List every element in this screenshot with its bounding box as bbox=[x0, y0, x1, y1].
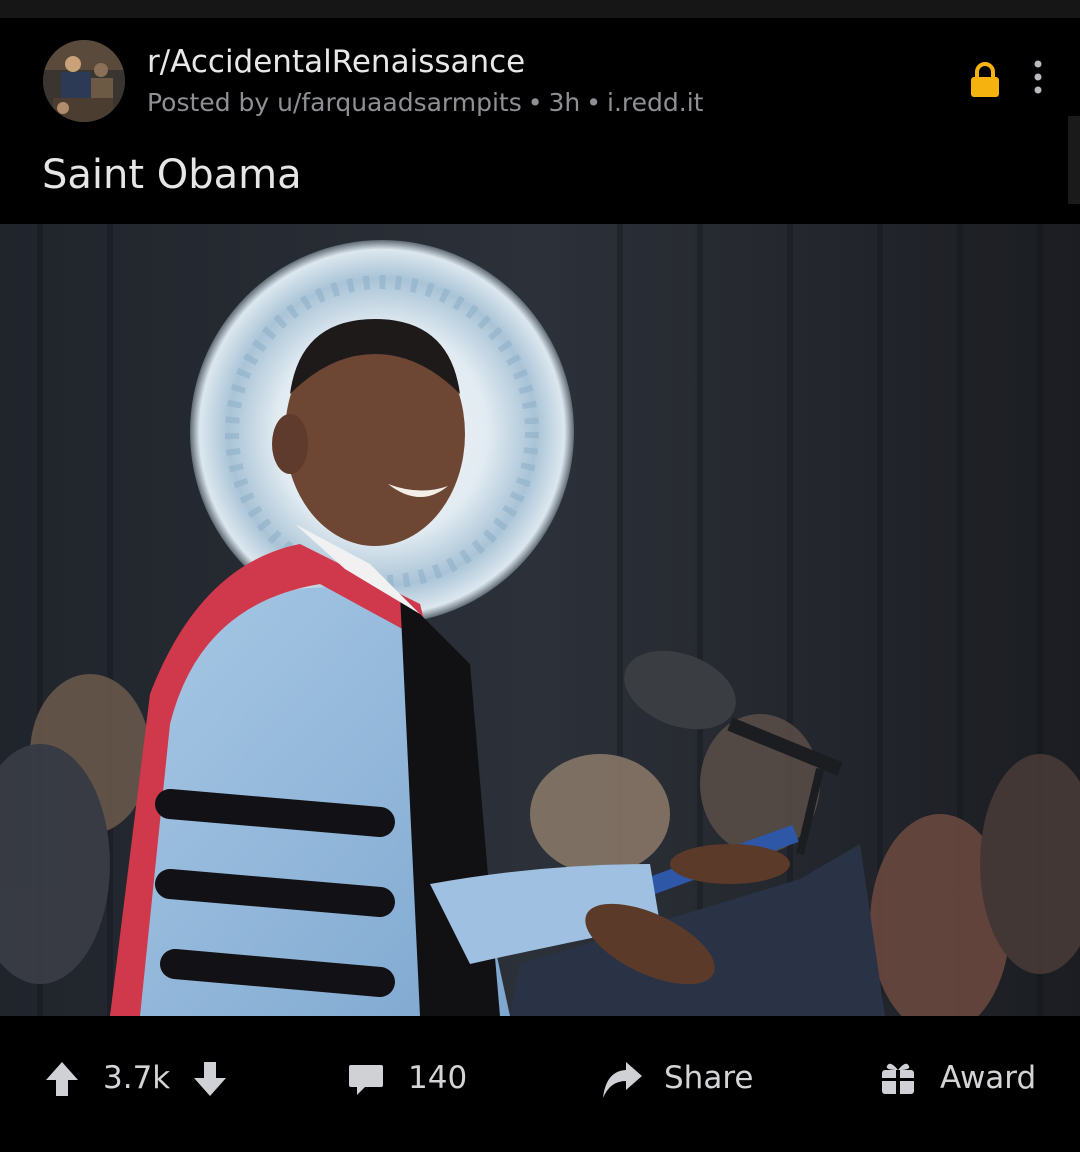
gift-award-icon[interactable] bbox=[880, 1060, 916, 1096]
subreddit-name[interactable]: r/AccidentalRenaissance bbox=[147, 44, 525, 80]
lock-icon bbox=[968, 62, 1002, 98]
award-button[interactable]: Award bbox=[940, 1060, 1036, 1096]
share-arrow-icon[interactable] bbox=[600, 1058, 644, 1100]
meta-separator: • bbox=[586, 88, 602, 117]
status-strip bbox=[0, 0, 1080, 18]
subreddit-avatar[interactable] bbox=[43, 40, 125, 122]
upvote-arrow-icon[interactable] bbox=[44, 1060, 80, 1098]
posted-by[interactable]: Posted by u/farquaadsarmpits bbox=[147, 88, 522, 117]
meta-separator: • bbox=[527, 88, 543, 117]
avatar-image bbox=[43, 40, 125, 122]
more-vertical-icon[interactable] bbox=[1024, 58, 1052, 98]
comment-bubble-icon[interactable] bbox=[347, 1062, 385, 1098]
scroll-edge bbox=[1068, 116, 1080, 204]
post-image[interactable] bbox=[0, 224, 1080, 1016]
post-meta: Posted by u/farquaadsarmpits • 3h • i.redd.i… bbox=[147, 88, 703, 117]
post-title[interactable]: Saint Obama bbox=[42, 152, 302, 198]
share-button[interactable]: Share bbox=[664, 1060, 753, 1096]
comment-count[interactable]: 140 bbox=[408, 1060, 467, 1096]
post-age: 3h bbox=[548, 88, 581, 117]
downvote-arrow-icon[interactable] bbox=[192, 1060, 228, 1098]
post-domain[interactable]: i.redd.it bbox=[607, 88, 703, 117]
post-photo bbox=[0, 224, 1080, 1016]
vote-score: 3.7k bbox=[103, 1060, 171, 1096]
